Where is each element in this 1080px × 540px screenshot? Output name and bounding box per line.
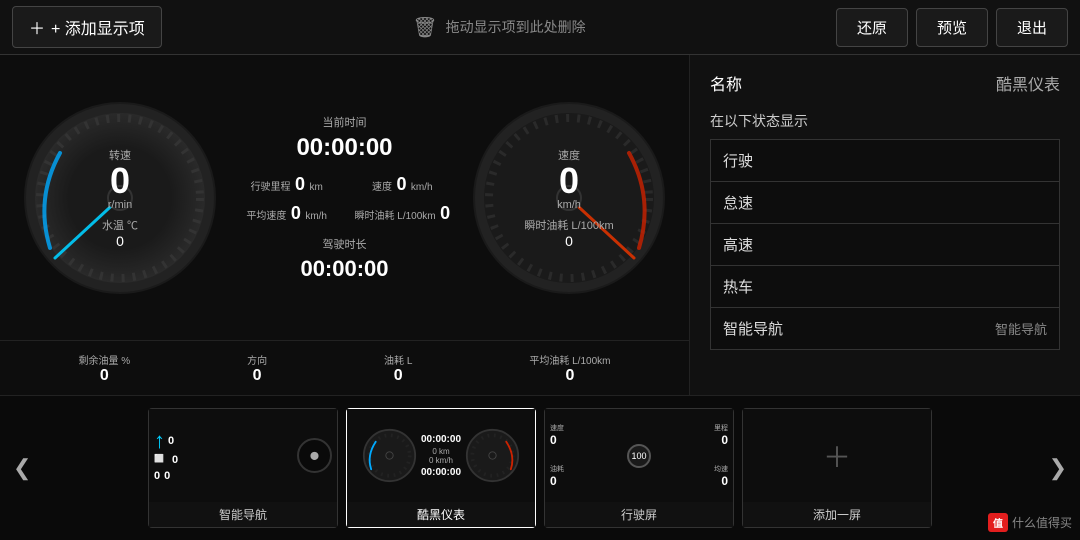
current-time-value: 00:00:00 (296, 134, 392, 162)
status-nav-value: 智能导航 (995, 319, 1047, 338)
speed-gauge-svg (469, 98, 669, 298)
exit-button[interactable]: 退出 (996, 8, 1068, 47)
thumb-smart-nav-content: ↑ 0 ⬜ 0 0 0 (149, 409, 337, 502)
watermark-logo: 值 (988, 513, 1008, 532)
name-label: 名称 (710, 71, 742, 95)
thumb-add-content: ＋ (743, 409, 931, 502)
thumb-drive-screen-label: 行驶屏 (545, 502, 733, 527)
status-warmup-label: 热车 (723, 276, 753, 297)
fuel-cost-stat-label: 油耗 L (384, 352, 412, 367)
instant-fuel-item: 瞬时油耗 L/100km 0 (355, 203, 451, 224)
direction-stat-label: 方向 (247, 352, 267, 367)
thumb-drive-content: 速度0 油耗0 100 里程0 均速0 (545, 409, 733, 502)
trash-hint-text: 拖动显示项到此处删除 (446, 17, 586, 37)
status-idle-label: 怠速 (723, 192, 753, 213)
stats-bar: 剩余油量 % 0 方向 0 油耗 L 0 平均油耗 L/100km 0 (0, 340, 689, 395)
fuel-cost-stat-value: 0 (384, 367, 412, 385)
instant-fuel-value: 0 (440, 203, 450, 223)
status-nav-label: 智能导航 (723, 318, 783, 339)
watermark: 值 什么值得买 (988, 513, 1072, 532)
drive-time-value: 00:00:00 (300, 256, 388, 282)
instant-fuel-label: 瞬时油耗 L/100km (355, 211, 436, 222)
plus-icon: ＋ (29, 15, 45, 39)
status-item-driving[interactable]: 行驶 (710, 139, 1060, 181)
thumb-cool-dash-label: 酷黑仪表 (347, 502, 535, 527)
avg-speed-label: 平均速度 (246, 211, 286, 222)
speed-gauge: 速度 0 km/h 瞬时油耗 L/100km 0 (469, 98, 669, 298)
center-grid: 行驶里程 0 km 速度 0 km/h 平均速度 0 km/h (239, 174, 450, 224)
bottom-bar: ❮ ↑ 0 ⬜ 0 (0, 395, 1080, 540)
avg-speed-value: 0 (291, 203, 301, 223)
speed-value: 0 (396, 174, 406, 194)
trash-drop-area: 🗑 拖动显示项到此处删除 (172, 15, 826, 40)
top-right-buttons: 还原 预览 退出 (836, 8, 1068, 47)
status-driving-label: 行驶 (723, 150, 753, 171)
mini-speed-gauge (465, 428, 520, 483)
status-item-nav[interactable]: 智能导航 智能导航 (710, 307, 1060, 350)
status-item-idle[interactable]: 怠速 (710, 181, 1060, 223)
fuel-cost-stat: 油耗 L 0 (384, 352, 412, 385)
direction-stat-value: 0 (247, 367, 267, 385)
status-list: 行驶 怠速 高速 热车 智能导航 智能导航 (710, 139, 1060, 350)
avg-fuel-stat: 平均油耗 L/100km 0 (529, 352, 610, 385)
center-info: 当前时间 00:00:00 行驶里程 0 km 速度 0 km/h (220, 114, 469, 282)
name-value: 酷黑仪表 (996, 71, 1060, 95)
add-display-button[interactable]: ＋ + 添加显示项 (12, 6, 162, 48)
status-title: 在以下状态显示 (710, 111, 1060, 131)
avg-fuel-stat-label: 平均油耗 L/100km (529, 352, 610, 367)
right-panel: 名称 酷黑仪表 在以下状态显示 行驶 怠速 高速 热车 智能导航 (690, 55, 1080, 395)
drive-time-label: 驾驶时长 (323, 236, 367, 252)
gauges-wrapper: 转速 0 r/min 水温 ℃ 0 当前时间 00:00:00 行驶里程 0 (20, 65, 669, 330)
fuel-stat: 剩余油量 % 0 (78, 352, 130, 385)
speed-unit: km/h (411, 182, 433, 193)
mini-rpm-gauge (362, 428, 417, 483)
rpm-gauge: 转速 0 r/min 水温 ℃ 0 (20, 98, 220, 298)
current-time-label: 当前时间 (323, 114, 367, 130)
preview-button[interactable]: 预览 (916, 8, 988, 47)
thumb-add-screen-label: 添加一屏 (743, 502, 931, 527)
mileage-unit: km (309, 182, 322, 193)
dashboard-display: 转速 0 r/min 水温 ℃ 0 当前时间 00:00:00 行驶里程 0 (0, 55, 689, 340)
fuel-stat-value: 0 (78, 367, 130, 385)
rpm-gauge-svg (20, 98, 220, 298)
avg-fuel-stat-value: 0 (529, 367, 610, 385)
thumb-add-screen[interactable]: ＋ 添加一屏 (742, 408, 932, 528)
restore-button[interactable]: 还原 (836, 8, 908, 47)
watermark-text: 什么值得买 (1012, 514, 1072, 531)
name-row: 名称 酷黑仪表 (710, 71, 1060, 95)
add-plus-icon: ＋ (823, 436, 851, 476)
main-content: 转速 0 r/min 水温 ℃ 0 当前时间 00:00:00 行驶里程 0 (0, 55, 1080, 395)
status-item-warmup[interactable]: 热车 (710, 265, 1060, 307)
next-arrow[interactable]: ❯ (1041, 455, 1075, 481)
speed-label: 速度 (372, 182, 392, 193)
thumb-smart-nav[interactable]: ↑ 0 ⬜ 0 0 0 (148, 408, 338, 528)
thumb-smart-nav-label: 智能导航 (149, 502, 337, 527)
add-display-label: + 添加显示项 (51, 15, 145, 39)
avg-speed-item: 平均速度 0 km/h (239, 203, 335, 224)
top-bar: ＋ + 添加显示项 🗑 拖动显示项到此处删除 还原 预览 退出 (0, 0, 1080, 55)
status-highway-label: 高速 (723, 234, 753, 255)
prev-arrow[interactable]: ❮ (5, 455, 39, 481)
direction-stat: 方向 0 (247, 352, 267, 385)
mileage-value: 0 (295, 174, 305, 194)
trash-icon: 🗑 (412, 15, 437, 40)
status-item-highway[interactable]: 高速 (710, 223, 1060, 265)
thumb-cool-dash-content: 00:00:00 0 km 0 km/h 00:00:00 (347, 409, 535, 502)
speed-item: 速度 0 km/h (355, 174, 451, 195)
fuel-stat-label: 剩余油量 % (78, 352, 130, 367)
dashboard-area: 转速 0 r/min 水温 ℃ 0 当前时间 00:00:00 行驶里程 0 (0, 55, 690, 395)
avg-speed-unit: km/h (305, 211, 327, 222)
thumbnails: ↑ 0 ⬜ 0 0 0 (39, 408, 1040, 528)
thumb-cool-dash[interactable]: 00:00:00 0 km 0 km/h 00:00:00 (346, 408, 536, 528)
thumb-drive-screen[interactable]: 速度0 油耗0 100 里程0 均速0 行驶屏 (544, 408, 734, 528)
mileage-item: 行驶里程 0 km (239, 174, 335, 195)
mileage-label: 行驶里程 (251, 182, 291, 193)
